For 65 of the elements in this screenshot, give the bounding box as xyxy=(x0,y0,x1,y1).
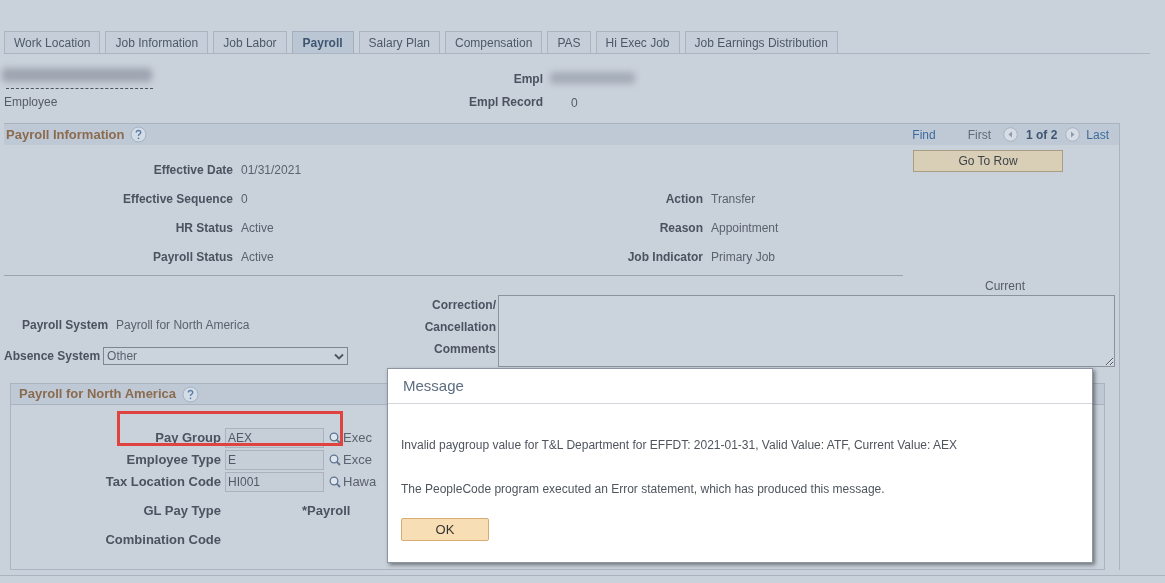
tab[interactable]: Hi Exec Job xyxy=(595,31,680,53)
field-description: Exec xyxy=(343,429,372,448)
tab[interactable]: Job Information xyxy=(105,31,209,53)
find-link[interactable]: Find xyxy=(912,125,936,144)
ok-button[interactable]: OK xyxy=(401,518,489,541)
field-value: Active xyxy=(241,248,274,266)
field-label: Action xyxy=(664,190,703,208)
tab[interactable]: Compensation xyxy=(445,31,543,53)
text-field[interactable]: HI001 xyxy=(225,472,324,492)
field-label: Combination Code xyxy=(104,531,222,550)
search-icon[interactable] xyxy=(329,476,341,488)
tab[interactable]: Payroll xyxy=(291,31,354,53)
field-value: 0 xyxy=(571,95,578,112)
field-label: Pay Group xyxy=(154,429,222,448)
search-icon[interactable] xyxy=(329,454,341,466)
field-label: Tax Location Code xyxy=(104,473,222,492)
field-label: Empl xyxy=(512,71,543,88)
tab[interactable]: Salary Plan xyxy=(358,31,440,53)
field-label: GL Pay Type xyxy=(142,502,222,521)
field-label: Effective Sequence xyxy=(121,190,233,208)
absence-system-select[interactable]: Other xyxy=(103,347,349,365)
field-description: Hawa xyxy=(343,473,377,492)
field-label: Absence System xyxy=(4,348,101,365)
message-text: Invalid paygroup value for T&L Department for EFFDT: 2021-01-31, Valid Value: ATF, Current Value: AEX xyxy=(401,437,959,454)
last-link[interactable]: Last xyxy=(1086,125,1109,144)
column-label: Current xyxy=(985,278,1025,295)
field-value: 01/31/2021 xyxy=(241,161,302,179)
help-icon[interactable] xyxy=(182,385,199,403)
first-link[interactable]: First xyxy=(967,125,991,144)
message-text: The PeopleCode program executed an Error statement, which has produced this message. xyxy=(401,481,886,498)
tab[interactable]: Work Location xyxy=(4,31,101,53)
field-label: Payroll System xyxy=(22,317,109,334)
field-value: 0 xyxy=(241,190,248,208)
go-to-row-button[interactable]: Go To Row xyxy=(913,149,1063,172)
comments-field[interactable] xyxy=(498,295,1115,367)
tab[interactable]: Job Earnings Distribution xyxy=(684,31,838,53)
field-value: Primary Job xyxy=(711,248,775,266)
field-description: Exce xyxy=(343,451,372,470)
chevron-down-icon xyxy=(334,352,345,360)
field-label: Employee Type xyxy=(125,451,222,470)
field-label: Job Indicator xyxy=(626,248,703,266)
dialog-title: Message xyxy=(403,375,464,396)
field-value: Active xyxy=(241,219,274,237)
field-value: Payroll for North America xyxy=(116,317,250,334)
tab[interactable]: Job Labor xyxy=(213,31,287,53)
field-value: Appointment xyxy=(711,219,779,237)
field-label: *Payroll xyxy=(302,502,351,521)
employee-label: Employee xyxy=(4,94,58,111)
row-position: 1 of 2 xyxy=(1025,126,1058,144)
field-label: Reason xyxy=(658,219,703,237)
field-label: HR Status xyxy=(174,219,233,237)
field-label: Effective Date xyxy=(152,161,233,179)
tab[interactable]: PAS xyxy=(547,31,591,53)
previous-icon[interactable] xyxy=(1002,127,1018,142)
field-value: Transfer xyxy=(711,190,756,208)
help-icon[interactable] xyxy=(130,126,148,143)
field-label: Empl Record xyxy=(468,94,543,111)
section-title: Payroll for North America xyxy=(19,385,176,404)
section-title: Payroll Information xyxy=(6,125,125,144)
next-icon[interactable] xyxy=(1065,127,1081,142)
search-icon[interactable] xyxy=(329,432,341,444)
field-label: Payroll Status xyxy=(151,248,233,266)
text-field[interactable]: AEX xyxy=(225,428,324,448)
text-field[interactable]: E xyxy=(225,450,324,470)
field-label: Correction/ Cancellation Comments xyxy=(423,297,496,358)
